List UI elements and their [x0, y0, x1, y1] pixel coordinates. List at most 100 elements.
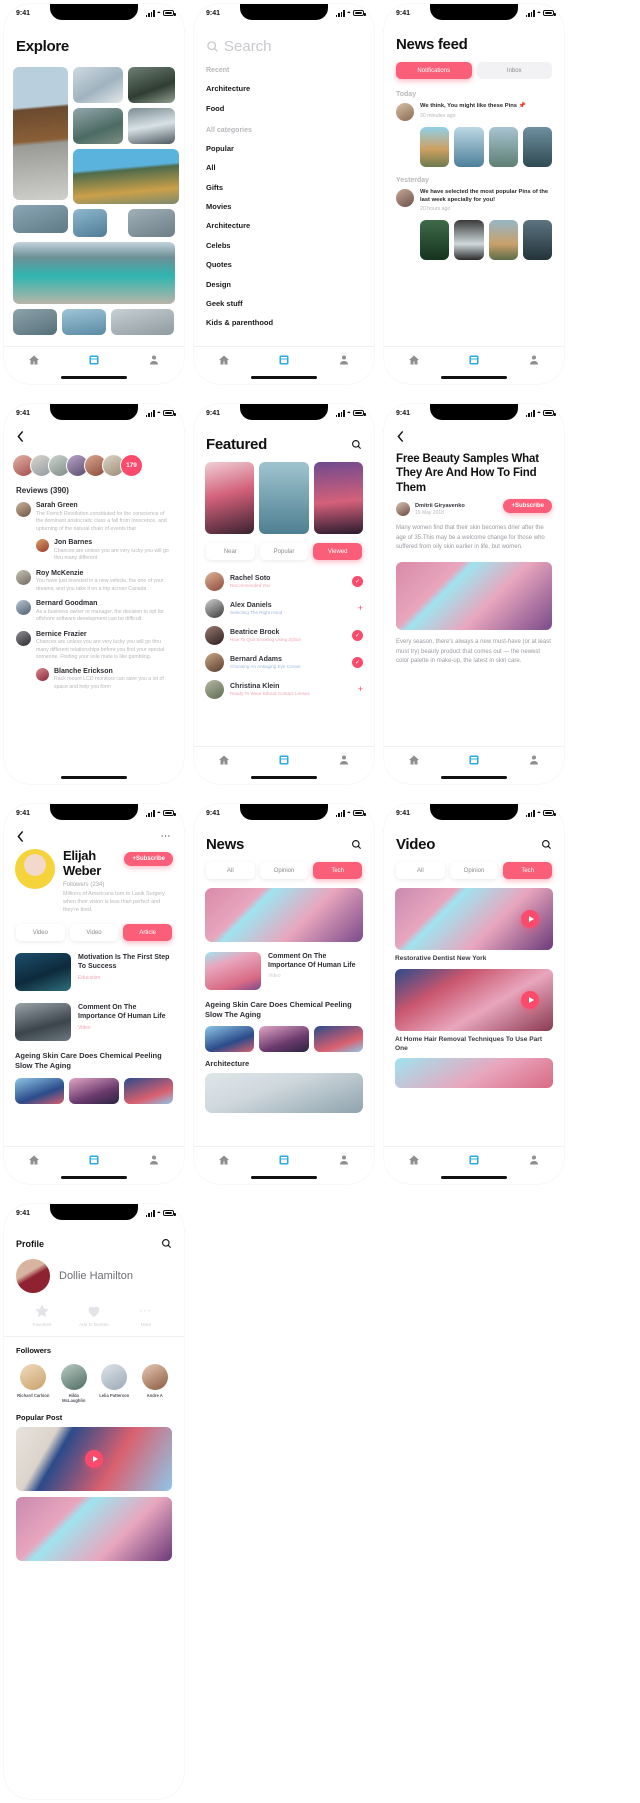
play-icon[interactable] [521, 910, 539, 928]
news-photo[interactable] [205, 1073, 363, 1114]
person-row[interactable]: Beatrice Brock How To Quit Smoking Using… [194, 622, 374, 649]
category-gifts[interactable]: Gifts [206, 178, 362, 197]
ellipsis-icon[interactable]: ⋯ [161, 831, 173, 841]
feed-thumb[interactable] [522, 127, 552, 167]
chip-video-1[interactable]: Video [16, 924, 65, 942]
home-icon[interactable] [408, 354, 420, 366]
feed-icon[interactable] [468, 354, 480, 366]
action-add-to-favorite[interactable]: Add to favorite [72, 1303, 116, 1328]
avatar[interactable] [36, 539, 49, 553]
featured-photo[interactable] [259, 462, 309, 534]
play-icon[interactable] [85, 1449, 103, 1468]
chip-video-2[interactable]: Video [69, 924, 119, 942]
featured-photo[interactable] [205, 462, 255, 534]
tab-inbox[interactable]: Inbox [476, 62, 552, 79]
thumb[interactable] [205, 1026, 255, 1053]
post-thumb[interactable] [16, 1496, 172, 1561]
person-icon[interactable] [338, 1154, 350, 1166]
person-row[interactable]: Alex Daniels Selecting The Right Hood + [194, 595, 374, 622]
video-card[interactable] [395, 888, 553, 950]
explore-photo[interactable] [72, 67, 123, 103]
feed-icon[interactable] [278, 754, 290, 766]
chevron-left-icon[interactable] [16, 830, 25, 843]
search-input[interactable]: Search [224, 38, 272, 55]
feed-icon[interactable] [278, 1154, 290, 1166]
action-more[interactable]: ⋯ More [124, 1303, 168, 1328]
chip-opinion[interactable]: Opinion [449, 862, 499, 879]
search-field[interactable]: Search [194, 22, 374, 55]
person-icon[interactable] [338, 354, 350, 366]
explore-photo[interactable] [13, 309, 57, 335]
category-architecture[interactable]: Architecture [206, 216, 362, 235]
explore-photo[interactable] [13, 67, 68, 200]
list-item[interactable]: Motivation Is The First Step To Success … [4, 947, 184, 997]
avatar[interactable] [16, 600, 31, 616]
chip-all[interactable]: All [206, 862, 255, 879]
chip-near[interactable]: Near [206, 543, 255, 560]
explore-photo-wide[interactable] [13, 242, 175, 304]
home-icon[interactable] [218, 354, 230, 366]
person-row[interactable]: Rachel Soto Recommended You ✓ [194, 568, 374, 595]
avatar[interactable] [16, 1259, 50, 1293]
play-icon[interactable] [521, 990, 539, 1009]
thumb[interactable] [69, 1077, 119, 1104]
list-item[interactable]: Comment On The Importance Of Human Life … [4, 997, 184, 1047]
category-quotes[interactable]: Quotes [206, 255, 362, 274]
feed-icon[interactable] [88, 354, 100, 366]
chip-tech[interactable]: Tech [313, 862, 363, 879]
chip-viewed[interactable]: Viewed [313, 543, 363, 560]
thumb[interactable] [123, 1077, 173, 1104]
follower-item[interactable]: Hilda McLaughlin [57, 1363, 92, 1403]
chevron-left-icon[interactable] [396, 430, 405, 443]
category-design[interactable]: Design [206, 274, 362, 293]
featured-photo[interactable] [313, 462, 363, 534]
avatar[interactable] [16, 569, 31, 585]
explore-photo[interactable] [127, 67, 175, 103]
chevron-left-icon[interactable] [16, 430, 25, 443]
subscribe-button[interactable]: +Subscribe [124, 852, 173, 866]
check-icon[interactable]: ✓ [352, 657, 363, 668]
feed-thumb[interactable] [454, 127, 484, 167]
category-celebs[interactable]: Celebs [206, 236, 362, 255]
search-icon[interactable] [351, 839, 362, 850]
feed-thumb[interactable] [420, 219, 450, 260]
check-icon[interactable]: ✓ [352, 576, 363, 587]
home-icon[interactable] [408, 1154, 420, 1166]
home-icon[interactable] [218, 1154, 230, 1166]
person-icon[interactable] [338, 754, 350, 766]
notification-item[interactable]: We think, You might like these Pins 📌 30… [396, 103, 552, 121]
explore-photo[interactable] [127, 209, 175, 237]
explore-photo[interactable] [13, 205, 68, 233]
feed-icon[interactable] [468, 1154, 480, 1166]
feed-thumb[interactable] [420, 127, 450, 167]
thumb[interactable] [259, 1026, 309, 1053]
subscribe-button[interactable]: +Subscribe [503, 498, 552, 513]
explore-photo[interactable] [62, 309, 106, 335]
home-icon[interactable] [28, 354, 40, 366]
list-item[interactable]: Comment On The Importance Of Human Life … [194, 946, 374, 996]
search-icon[interactable] [351, 439, 362, 450]
article-photo[interactable] [396, 561, 552, 630]
feed-icon[interactable] [278, 354, 290, 366]
chip-tech[interactable]: Tech [503, 862, 553, 879]
person-icon[interactable] [528, 354, 540, 366]
person-row[interactable]: Bernard Adams Choosing An Antiaging Eye … [194, 649, 374, 676]
home-icon[interactable] [408, 754, 420, 766]
feed-thumb[interactable] [488, 219, 518, 260]
action-favorites[interactable]: Favorites [20, 1303, 64, 1328]
thumb[interactable] [313, 1026, 363, 1053]
chip-all[interactable]: All [396, 862, 445, 879]
avatar[interactable] [16, 502, 31, 517]
notification-item[interactable]: We have selected the most popular Pins o… [396, 189, 552, 214]
chip-opinion[interactable]: Opinion [259, 862, 309, 879]
story-count-badge[interactable]: 179 [120, 454, 143, 477]
feed-icon[interactable] [88, 1154, 100, 1166]
search-icon[interactable] [161, 1238, 172, 1249]
follower-item[interactable]: Andre A [138, 1363, 173, 1403]
explore-photo[interactable] [72, 209, 107, 237]
video-card[interactable] [395, 968, 553, 1031]
explore-photo[interactable] [127, 108, 175, 144]
person-row[interactable]: Christina Klein Ready To Wear Bifocal Co… [194, 676, 374, 703]
feed-thumb[interactable] [454, 219, 484, 260]
follower-item[interactable]: Richard Carlson [16, 1363, 51, 1403]
